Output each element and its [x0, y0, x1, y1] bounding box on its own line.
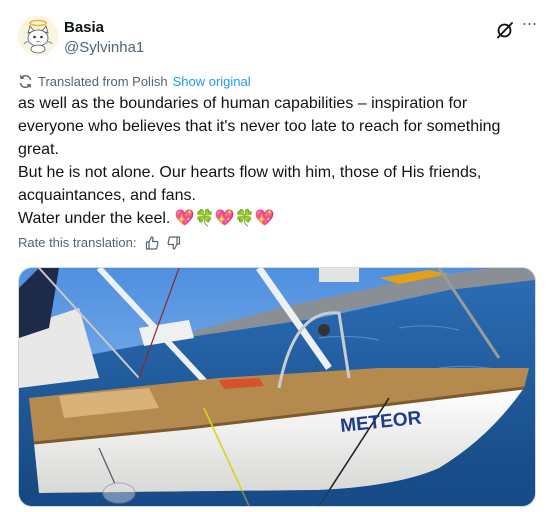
show-original-link[interactable]: Show original [173, 74, 251, 89]
thumbs-up-icon[interactable] [145, 235, 159, 250]
tweet-text: as well as the boundaries of human capab… [18, 95, 501, 227]
translation-notice: Translated from Polish Show original [18, 72, 251, 90]
author-name[interactable]: Basia [64, 19, 104, 36]
more-icon[interactable]: ··· [518, 14, 540, 38]
translate-icon [19, 74, 32, 88]
sailboat-photo: METEOR [19, 268, 535, 506]
media-photo[interactable]: METEOR [18, 267, 536, 507]
cat-angel-avatar-icon [18, 16, 58, 56]
author-handle[interactable]: @Sylvinha1 [64, 39, 144, 56]
translation-label: Translated from Polish [38, 73, 168, 89]
rate-translation: Rate this translation: [18, 235, 181, 250]
avatar[interactable] [18, 16, 58, 56]
thumbs-down-icon[interactable] [167, 235, 181, 250]
rate-translation-label: Rate this translation: [18, 235, 137, 250]
grok-icon[interactable] [495, 20, 515, 40]
